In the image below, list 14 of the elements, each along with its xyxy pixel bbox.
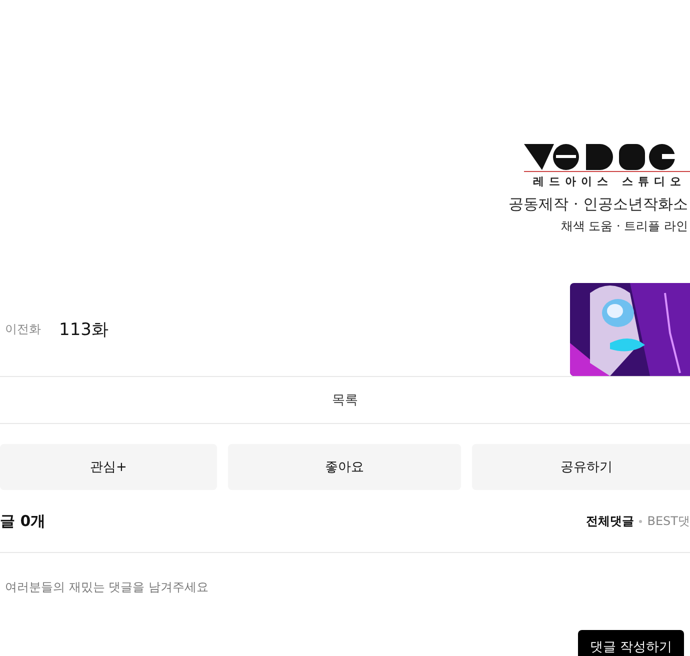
- episode-title: 113화: [59, 319, 110, 341]
- credit-line: 공동제작 · 인공소년작화소: [508, 195, 688, 214]
- submit-comment-button[interactable]: 댓글 작성하기: [578, 630, 684, 656]
- separator-dot: [639, 520, 642, 522]
- sort-tab[interactable]: BEST댓: [647, 512, 690, 530]
- previous-episode-link[interactable]: 이전화: [5, 321, 41, 338]
- sort-tab[interactable]: 전체댓글: [586, 512, 634, 530]
- studio-name: 레드아이스 스튜디오: [533, 174, 686, 189]
- credit-line: 채색 도움 · 트리플 라인: [560, 218, 688, 235]
- action-button[interactable]: 공유하기: [472, 444, 690, 490]
- action-button[interactable]: 좋아요: [228, 444, 461, 490]
- comment-count: 글 0개: [0, 512, 46, 530]
- list-button[interactable]: 목록: [0, 376, 690, 424]
- action-button[interactable]: 관심+: [0, 444, 217, 490]
